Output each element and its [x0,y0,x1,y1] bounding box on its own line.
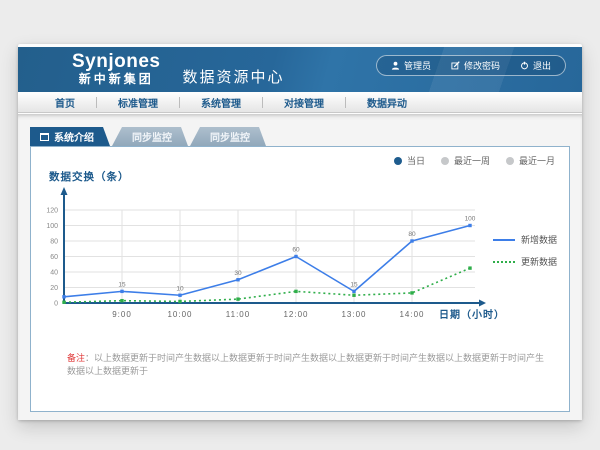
tab-0[interactable]: 系统介绍 [30,127,110,146]
app-window: Synjones 新中新集团 数据资源中心 管理员修改密码退出 首页标准管理系统… [18,44,582,420]
legend-line-sample [493,239,515,241]
radio-label: 最近一周 [454,154,490,167]
footnote: 备注：以上数据更新于时间产生数据以上数据更新于时间产生数据以上数据更新于时间产生… [67,351,549,377]
footnote-prefix: 备注 [67,353,85,363]
svg-text:14:00: 14:00 [399,310,424,319]
svg-text:日期（小时）: 日期（小时） [439,308,505,321]
radio-label: 最近一月 [519,154,555,167]
svg-text:0: 0 [54,301,58,308]
user-menu-label: 管理员 [404,59,431,72]
main-nav: 首页标准管理系统管理对接管理数据异动 [18,92,582,113]
range-option-0[interactable]: 当日 [394,154,425,167]
chart-legend: 新增数据更新数据 [493,233,557,277]
svg-text:10: 10 [176,285,184,292]
nav-item-4[interactable]: 数据异动 [346,95,428,110]
nav-item-3[interactable]: 对接管理 [263,95,345,110]
svg-text:60: 60 [292,247,300,254]
brand-logo: Synjones 新中新集团 [72,52,160,86]
tab-label: 同步监控 [132,129,172,144]
footnote-text: ：以上数据更新于时间产生数据以上数据更新于时间产生数据以上数据更新于时间产生数据… [67,353,544,376]
svg-text:20: 20 [50,285,58,292]
range-option-2[interactable]: 最近一月 [506,154,555,167]
svg-text:100: 100 [465,216,476,223]
svg-text:80: 80 [408,231,416,238]
page-title: 数据资源中心 [182,66,284,87]
content-area: 系统介绍 同步监控 同步监控 当日 最近一周 最近一月 数据交换（条） 0 20 40 60 8… [18,114,582,420]
nav-item-2[interactable]: 系统管理 [180,95,262,110]
user-menu-label: 修改密码 [464,59,500,72]
power-icon [520,61,529,70]
range-filter: 当日 最近一周 最近一月 [394,154,555,167]
svg-text:12:00: 12:00 [283,310,308,319]
radio-dot [506,157,514,165]
svg-text:120: 120 [46,208,58,215]
svg-text:11:00: 11:00 [226,310,250,319]
tab-icon [40,133,49,141]
radio-dot [441,157,449,165]
tab-1[interactable]: 同步监控 [112,127,188,146]
svg-text:15: 15 [350,281,358,288]
app-header: Synjones 新中新集团 数据资源中心 管理员 修改密码 退出 [18,47,582,92]
tab-label: 同步监控 [210,129,250,144]
chart-panel: 当日 最近一周 最近一月 数据交换（条） 0 20 40 60 80 100 120 9:00 10… [30,146,570,412]
radio-dot [394,157,402,165]
svg-text:15: 15 [118,281,126,288]
svg-text:100: 100 [46,223,58,230]
user-icon [391,61,400,70]
svg-text:80: 80 [50,239,58,246]
y-axis-title: 数据交换（条） [49,169,130,184]
legend-item-1: 更新数据 [493,255,557,268]
edit-icon [451,61,460,70]
line-chart: 0 20 40 60 80 100 120 9:00 10:00 11:00 12:00 13:00 1… [31,183,569,328]
radio-label: 当日 [407,154,425,167]
tab-2[interactable]: 同步监控 [190,127,266,146]
user-menu: 管理员 修改密码 退出 [376,55,566,76]
user-menu-item-1[interactable]: 修改密码 [441,59,510,72]
svg-text:10:00: 10:00 [167,310,192,319]
legend-item-0: 新增数据 [493,233,557,246]
user-menu-label: 退出 [533,59,551,72]
svg-text:13:00: 13:00 [341,310,366,319]
legend-label: 更新数据 [521,255,557,268]
user-menu-item-2[interactable]: 退出 [510,59,561,72]
logo-company-text: 新中新集团 [72,73,160,86]
tab-bar: 系统介绍 同步监控 同步监控 [30,127,266,146]
range-option-1[interactable]: 最近一周 [441,154,490,167]
tab-label: 系统介绍 [54,129,94,144]
logo-brand-text: Synjones [72,52,160,73]
svg-text:60: 60 [50,254,58,261]
nav-item-1[interactable]: 标准管理 [97,95,179,110]
nav-item-0[interactable]: 首页 [34,95,96,110]
user-menu-item-0[interactable]: 管理员 [381,59,441,72]
svg-text:9:00: 9:00 [112,310,132,319]
svg-text:40: 40 [50,270,58,277]
legend-label: 新增数据 [521,233,557,246]
svg-text:30: 30 [234,270,242,277]
legend-line-sample [493,261,515,263]
